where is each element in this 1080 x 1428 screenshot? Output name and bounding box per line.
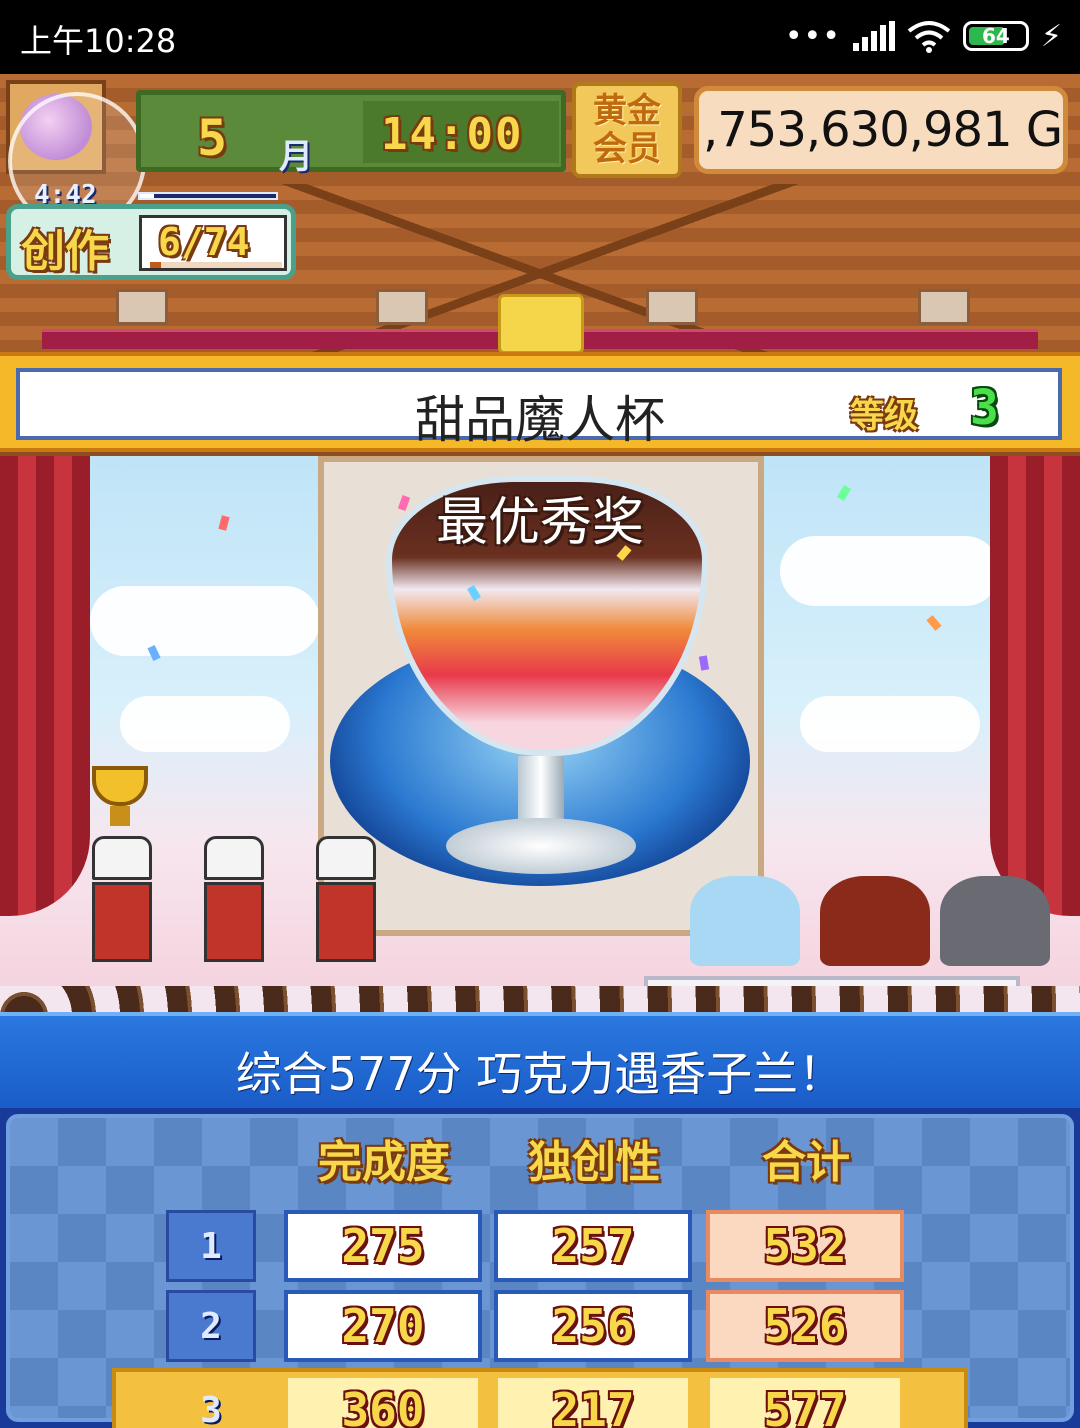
- timer-bar: [138, 192, 278, 200]
- judge-fire-monster: [820, 876, 930, 966]
- notification-dots: •••: [784, 18, 841, 54]
- trophy-icon: [92, 766, 148, 826]
- gold-counter: ,753,630,981 G: [694, 86, 1068, 174]
- roof-window: [918, 289, 970, 325]
- cloud: [90, 586, 320, 656]
- create-label: 创作: [21, 226, 109, 277]
- completion-cell: 360: [284, 1374, 482, 1428]
- parfait-base: [446, 818, 636, 874]
- header-total: 合计: [762, 1137, 850, 1188]
- battery-level: 64: [982, 24, 1010, 48]
- originality-cell: 257: [494, 1210, 692, 1282]
- top-hud: 5 月 14:00 黄金会员 ,753,630,981 G: [6, 80, 1074, 230]
- cloud: [120, 696, 290, 752]
- timer-bar-fill: [140, 194, 154, 198]
- completion-score: 275: [341, 1219, 425, 1273]
- completion-cell: 270: [284, 1290, 482, 1362]
- originality-cell: 256: [494, 1290, 692, 1362]
- rank-number: 1: [200, 1225, 222, 1267]
- rank-cell: 2: [166, 1290, 256, 1362]
- create-value-box: 6/74: [139, 215, 287, 271]
- month-unit: 月: [279, 137, 313, 177]
- total-cell: 577: [706, 1374, 904, 1428]
- trophy-cup: [92, 766, 148, 806]
- roof-window: [646, 289, 698, 325]
- confetti: [926, 615, 942, 631]
- charging-bolt-icon: ⚡: [1040, 18, 1062, 54]
- trophy-stand: [110, 806, 130, 826]
- grade-label: 等级: [850, 396, 918, 436]
- total-cell: 532: [706, 1210, 904, 1282]
- chef-hat: [92, 836, 152, 880]
- roof-window: [376, 289, 428, 325]
- create-value: 6/74: [158, 220, 250, 264]
- contest-name: 甜品魔人杯: [415, 391, 665, 449]
- status-icons: ••• 64 ⚡: [785, 14, 1062, 58]
- status-time: 上午10:28: [20, 22, 177, 60]
- total-score: 526: [763, 1299, 847, 1353]
- rival-chef: [204, 836, 264, 966]
- wifi-icon: [907, 21, 951, 53]
- cloud: [800, 696, 980, 752]
- rank-cell: 3: [166, 1374, 256, 1428]
- game-screen: 5 月 14:00 黄金会员 ,753,630,981 G 4:42 创作 6/…: [0, 74, 1080, 1428]
- result-message-bar: 综合577分 巧克力遇香子兰！: [0, 1012, 1080, 1108]
- total-cell: 526: [706, 1290, 904, 1362]
- parfait-stem: [518, 756, 564, 826]
- signal-icon: [852, 21, 895, 51]
- create-progress-fill: [150, 262, 161, 268]
- originality-score: 257: [551, 1219, 635, 1273]
- total-score: 577: [763, 1383, 847, 1428]
- header-completion: 完成度: [318, 1137, 450, 1188]
- result-message: 综合577分 巧克力遇香子兰！: [235, 1047, 845, 1101]
- chef-hat: [204, 836, 264, 880]
- originality-score: 256: [551, 1299, 635, 1353]
- clock-value: 14:00: [381, 109, 524, 160]
- battery-icon: 64: [962, 21, 1029, 51]
- create-progress-bar: [150, 262, 282, 268]
- judge-armored-monster: [940, 876, 1050, 966]
- rank-number: 2: [200, 1305, 222, 1347]
- rival-chef: [316, 836, 376, 966]
- total-score: 532: [763, 1219, 847, 1273]
- originality-cell: 217: [494, 1374, 692, 1428]
- judge-ice-monster: [690, 876, 800, 966]
- completion-score: 360: [341, 1383, 425, 1428]
- member-label: 黄金会员: [593, 91, 661, 169]
- chef-body: [316, 882, 376, 962]
- award-stage: 最优秀奖: [0, 456, 1080, 1012]
- date-panel: 5 月 14:00: [136, 90, 566, 177]
- roof-window: [116, 289, 168, 325]
- originality-score: 217: [551, 1383, 635, 1428]
- chef-body: [92, 882, 152, 962]
- award-title: 最优秀奖: [435, 493, 644, 553]
- player-chef: [92, 836, 152, 966]
- creation-counter[interactable]: 创作 6/74: [6, 204, 296, 280]
- chef-body: [204, 882, 264, 962]
- chef-hat: [316, 836, 376, 880]
- grade-value: 3: [970, 380, 999, 436]
- contest-banner: 甜品魔人杯 等级 3: [0, 352, 1080, 452]
- score-table: 完成度 独创性 合计 1 275 257 532 2 270 256 526 3…: [0, 1108, 1080, 1428]
- gold-amount: ,753,630,981 G: [703, 102, 1063, 158]
- gold-member-badge[interactable]: 黄金会员: [572, 82, 682, 178]
- candle-decoration: [498, 294, 584, 354]
- header-originality: 独创性: [528, 1137, 660, 1188]
- rank-cell: 1: [166, 1210, 256, 1282]
- creation-timer: 4:42: [28, 180, 278, 210]
- completion-score: 270: [341, 1299, 425, 1353]
- status-bar: 上午10:28 ••• 64 ⚡: [0, 0, 1080, 74]
- month-value: 5: [197, 109, 228, 167]
- completion-cell: 275: [284, 1210, 482, 1282]
- rank-number: 3: [200, 1389, 222, 1428]
